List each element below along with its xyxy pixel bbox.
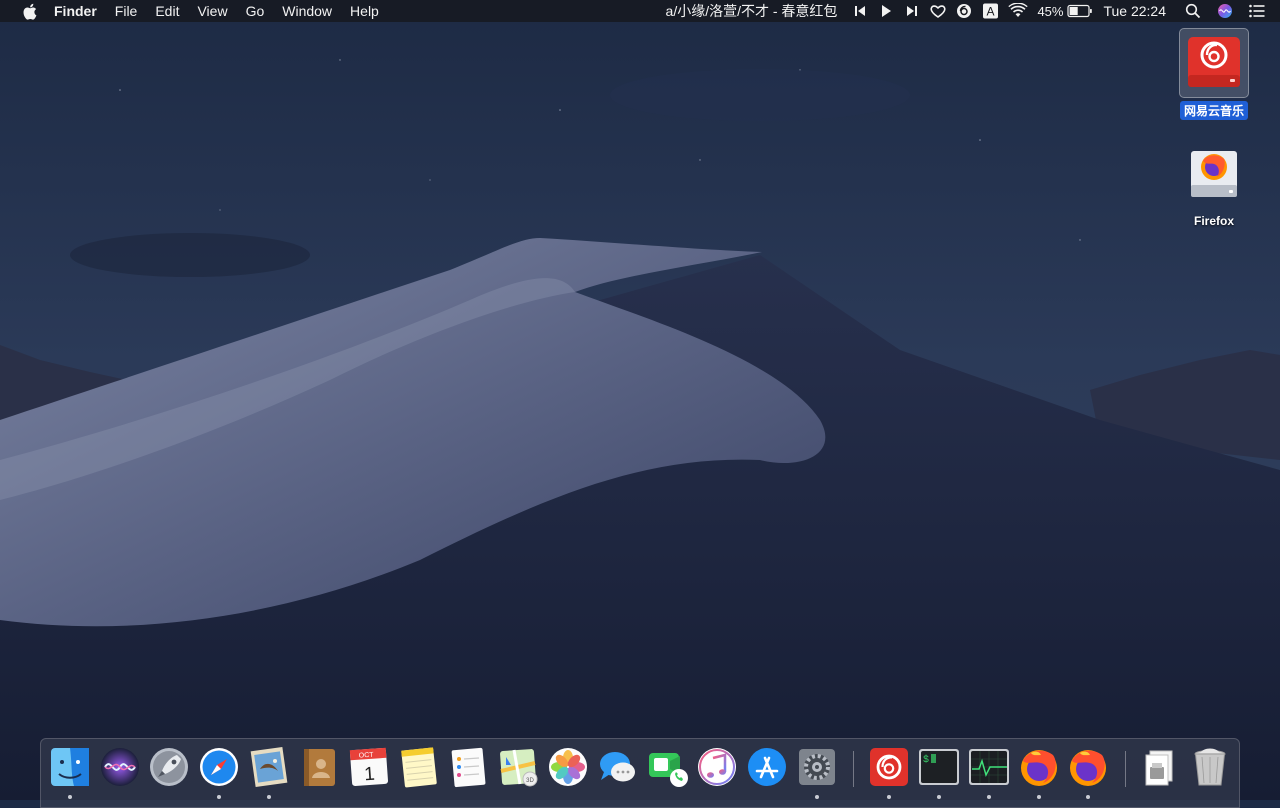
terminal-icon: $ [919, 749, 959, 785]
launchpad-icon [150, 748, 188, 786]
dock-mail[interactable] [247, 745, 291, 799]
finder-icon [51, 748, 89, 786]
dock-activity-monitor[interactable] [967, 745, 1011, 799]
app-menu-finder[interactable]: Finder [50, 0, 106, 22]
heart-icon[interactable] [925, 0, 951, 22]
menu-view[interactable]: View [188, 0, 236, 22]
play-icon[interactable] [873, 0, 899, 22]
dock-siri[interactable] [98, 745, 142, 789]
battery-fill [1070, 7, 1079, 15]
dock-maps[interactable]: 3D [496, 745, 540, 789]
firefox-disk-icon [1179, 140, 1249, 210]
dock-firefox-1[interactable] [1017, 745, 1061, 799]
siri-menu-icon[interactable] [1212, 0, 1238, 22]
dock-contacts[interactable] [297, 745, 341, 789]
next-track-icon[interactable] [899, 0, 925, 22]
dock-messages[interactable] [596, 745, 640, 789]
safari-icon [200, 748, 238, 786]
running-indicator [1037, 795, 1041, 799]
menu-bar: Finder File Edit View Go Window Help a/小… [0, 0, 1280, 22]
menu-file[interactable]: File [106, 0, 147, 22]
running-indicator [68, 795, 72, 799]
netease-music-disk-icon [1179, 28, 1249, 98]
calendar-day: 1 [364, 764, 376, 786]
dock-firefox-2[interactable] [1066, 745, 1110, 799]
desktop-icon-label: Firefox [1193, 214, 1234, 228]
calendar-month: OCT [359, 752, 375, 760]
downloads-stack-icon [1145, 750, 1173, 786]
svg-text:A: A [987, 5, 995, 19]
dock-facetime[interactable] [646, 745, 690, 789]
firefox-icon [1070, 750, 1106, 786]
dock-finder[interactable] [48, 745, 92, 799]
contacts-icon [304, 749, 335, 786]
dock-separator [853, 751, 854, 787]
system-preferences-icon [799, 749, 835, 785]
dock-reminders[interactable] [446, 745, 490, 789]
dock-system-preferences[interactable] [795, 745, 839, 799]
input-source-icon[interactable]: A [977, 0, 1003, 22]
desktop-wallpaper [0, 0, 1280, 800]
notification-center-icon[interactable] [1244, 0, 1270, 22]
firefox-icon [1021, 750, 1057, 786]
running-indicator [815, 795, 819, 799]
menu-go[interactable]: Go [237, 0, 274, 22]
dock-separator [1125, 751, 1126, 787]
running-indicator [987, 795, 991, 799]
dock-photos[interactable] [546, 745, 590, 789]
dock-downloads-stack[interactable] [1138, 745, 1182, 789]
dock-terminal[interactable]: $ [917, 745, 961, 799]
desktop-icon-label: 网易云音乐 [1179, 101, 1248, 120]
running-indicator [887, 795, 891, 799]
trash-icon [1194, 748, 1226, 786]
wifi-icon[interactable] [1003, 0, 1033, 22]
dock-launchpad[interactable] [147, 745, 191, 789]
desktop-icon-netease-music[interactable]: 网易云音乐 [1169, 28, 1259, 120]
running-indicator [217, 795, 221, 799]
app-store-icon [748, 748, 786, 786]
svg-text:3D: 3D [526, 778, 534, 784]
reminders-icon [451, 747, 486, 788]
maps-icon: 3D [500, 749, 538, 787]
spotlight-search-icon[interactable] [1180, 0, 1206, 22]
menu-edit[interactable]: Edit [146, 0, 188, 22]
mail-icon [250, 746, 288, 788]
dock: OCT 1 3D $ [40, 738, 1240, 808]
dock-trash[interactable] [1188, 745, 1232, 789]
battery-icon[interactable] [1067, 0, 1093, 22]
dock-calendar[interactable]: OCT 1 [347, 745, 391, 789]
desktop-icon-firefox[interactable]: Firefox [1169, 140, 1259, 230]
itunes-icon [698, 748, 736, 786]
apple-menu-icon[interactable] [18, 0, 40, 22]
notes-icon [401, 747, 437, 788]
netease-music-icon [870, 748, 908, 786]
calendar-icon: OCT 1 [349, 747, 389, 787]
facetime-icon [649, 753, 688, 787]
siri-icon [101, 748, 139, 786]
photos-icon [549, 748, 587, 786]
running-indicator [267, 795, 271, 799]
messages-icon [600, 752, 635, 782]
dock-notes[interactable] [397, 745, 441, 789]
running-indicator [937, 795, 941, 799]
dock-netease-music[interactable] [867, 745, 911, 799]
previous-track-icon[interactable] [847, 0, 873, 22]
svg-text:$: $ [923, 754, 929, 766]
now-playing-title[interactable]: a/小缘/洛萱/不才 - 春意红包 [666, 0, 838, 22]
menu-window[interactable]: Window [273, 0, 341, 22]
activity-monitor-icon [969, 749, 1009, 785]
dock-safari[interactable] [197, 745, 241, 799]
dock-itunes[interactable] [695, 745, 739, 789]
menubar-clock[interactable]: Tue 22:24 [1103, 0, 1166, 22]
netease-music-menu-icon[interactable] [951, 0, 977, 22]
menu-help[interactable]: Help [341, 0, 388, 22]
battery-percentage[interactable]: 45% [1037, 0, 1063, 22]
dock-app-store[interactable] [745, 745, 789, 789]
running-indicator [1086, 795, 1090, 799]
